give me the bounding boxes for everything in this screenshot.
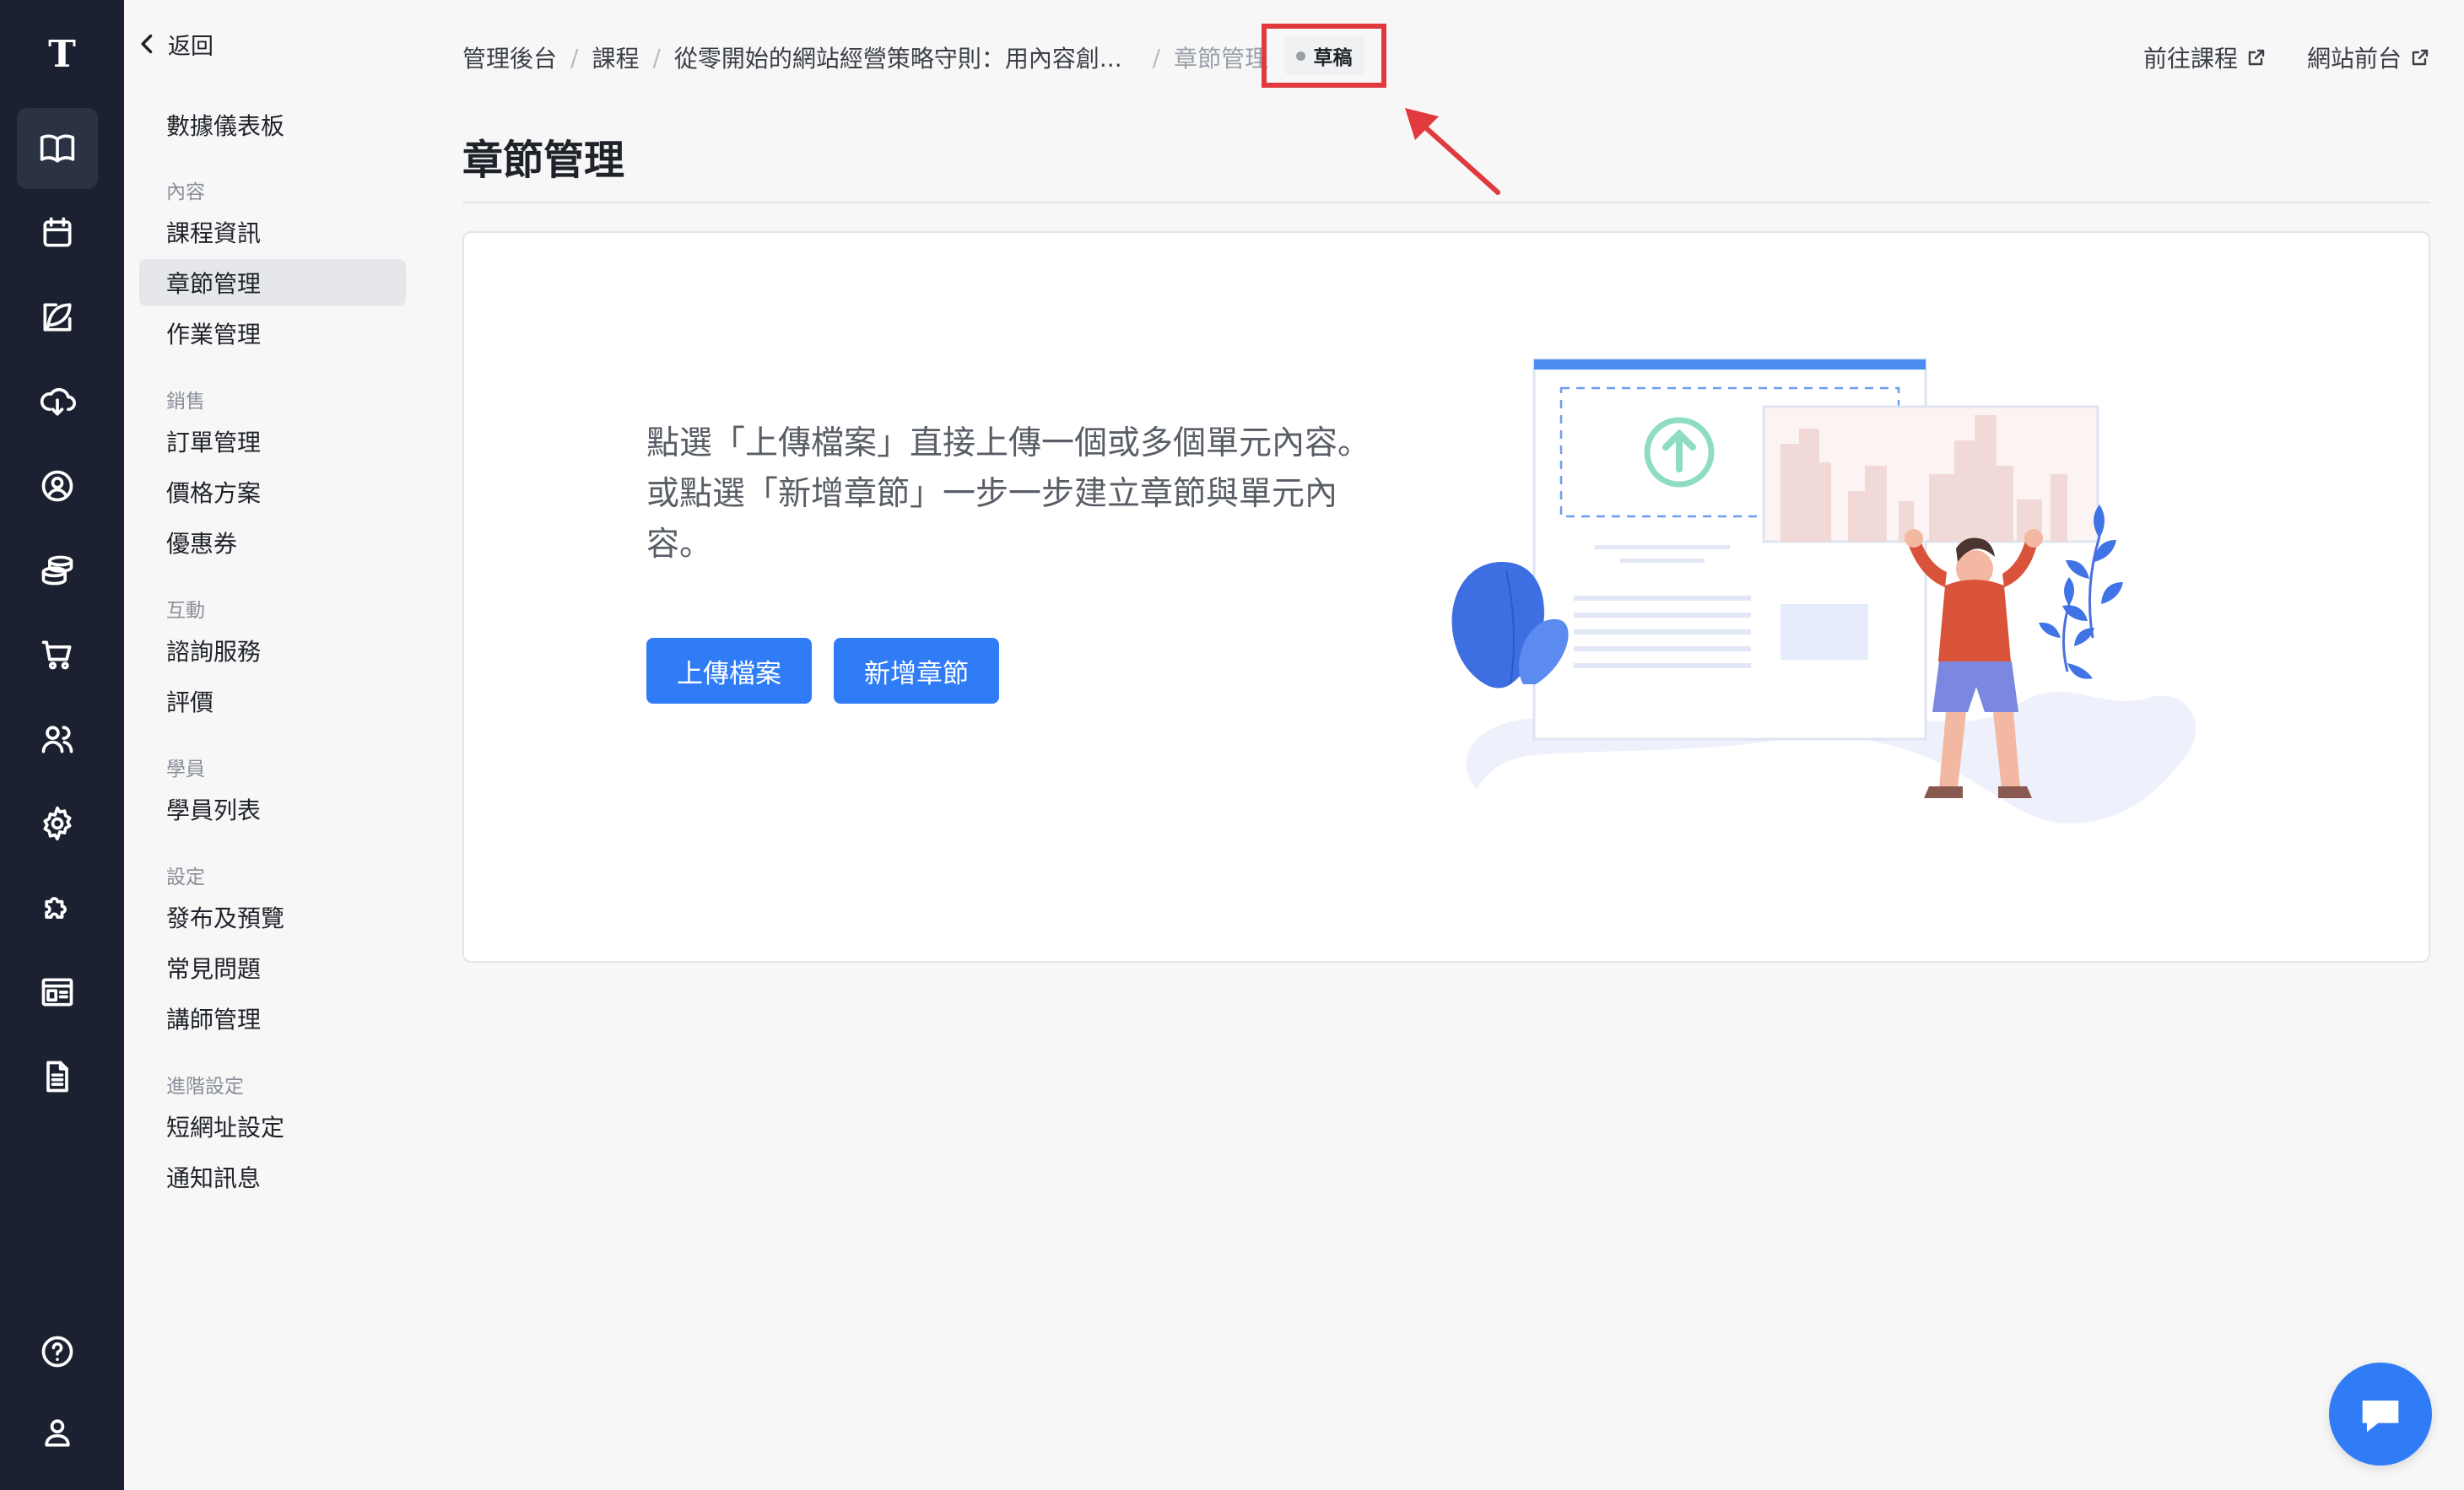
title-divider <box>462 202 2430 203</box>
external-link-icon <box>2248 49 2265 66</box>
users-icon <box>41 726 73 753</box>
rail-help[interactable] <box>17 1311 98 1392</box>
status-badge-highlight: 草稿 <box>1262 24 1386 88</box>
upload-illustration <box>1451 358 2197 823</box>
sidebar-item-notifications[interactable]: 通知訊息 <box>139 1153 406 1201</box>
sidebar-item-faq[interactable]: 常見問題 <box>139 944 406 991</box>
status-dot-icon <box>1295 51 1305 61</box>
sidebar-heading-sales: 銷售 <box>166 391 205 413</box>
add-chapter-button[interactable]: 新增章節 <box>834 638 999 704</box>
sidebar-item-reviews[interactable]: 評價 <box>139 678 406 725</box>
go-to-course-label: 前往課程 <box>2142 45 2238 73</box>
sidebar-item-orders[interactable]: 訂單管理 <box>139 418 406 465</box>
rail-download[interactable] <box>17 361 98 442</box>
help-icon <box>41 1336 73 1368</box>
sidebar-item-short-url[interactable]: 短網址設定 <box>139 1103 406 1150</box>
sidebar-heading-content: 內容 <box>166 181 205 203</box>
rail-plugins[interactable] <box>17 867 98 948</box>
sidebar-item-dashboard[interactable]: 數據儀表板 <box>139 101 406 148</box>
breadcrumb-courses[interactable]: 課程 <box>592 40 639 74</box>
sidebar-heading-students: 學員 <box>166 758 205 780</box>
rail-book[interactable] <box>17 108 98 189</box>
rail-layout[interactable] <box>17 952 98 1033</box>
cart-icon <box>41 640 72 670</box>
sidebar-heading-advanced: 進階設定 <box>166 1076 244 1098</box>
rail-users[interactable] <box>17 699 98 780</box>
site-frontend-link[interactable]: 網站前台 <box>2307 40 2430 74</box>
feather-edit-icon <box>43 303 72 332</box>
annotation-arrow-icon <box>1405 108 1500 195</box>
rail-settings[interactable] <box>17 783 98 864</box>
sidebar-heading-settings: 設定 <box>166 866 205 888</box>
sidebar-item-chapters[interactable]: 章節管理 <box>139 259 406 306</box>
puzzle-icon <box>45 897 67 919</box>
icon-rail: T <box>0 0 124 1490</box>
book-icon <box>40 134 75 163</box>
back-label: 返回 <box>168 33 213 60</box>
empty-state-card: 點選「上傳檔案」直接上傳一個或多個單元內容。或點選「新增章節」一步一步建立章節與… <box>462 231 2430 963</box>
sidebar-heading-interaction: 互動 <box>166 600 205 622</box>
rail-edit[interactable] <box>17 277 98 358</box>
breadcrumb-separator: / <box>652 43 661 72</box>
rail-user[interactable] <box>17 445 98 526</box>
chevron-left-icon <box>141 34 153 54</box>
empty-state-text: 點選「上傳檔案」直接上傳一個或多個單元內容。或點選「新增章節」一步一步建立章節與… <box>646 424 1371 564</box>
breadcrumb-course-name[interactable]: 從零開始的網站經營策略守則：用內容創... <box>674 40 1122 74</box>
status-badge-label: 草稿 <box>1313 47 1353 69</box>
rail-cart[interactable] <box>17 614 98 695</box>
rail-coins[interactable] <box>17 530 98 611</box>
breadcrumb-current: 章節管理 <box>1174 45 1269 73</box>
breadcrumb: 管理後台 / 課程 / 從零開始的網站經營策略守則：用內容創... / 章節管理 <box>462 37 1268 78</box>
sidebar-item-instructors[interactable]: 講師管理 <box>139 995 406 1042</box>
site-frontend-label: 網站前台 <box>2306 45 2402 73</box>
sidebar-item-coupons[interactable]: 優惠券 <box>139 519 406 566</box>
header-links: 前往課程 網站前台 <box>2143 37 2430 78</box>
sidebar-item-student-list[interactable]: 學員列表 <box>139 785 406 833</box>
calendar-icon <box>43 217 72 247</box>
layout-icon <box>41 978 73 1007</box>
sidebar-item-course-info[interactable]: 課程資訊 <box>139 208 406 256</box>
document-icon <box>46 1061 68 1093</box>
breadcrumb-separator: / <box>570 43 579 72</box>
sidebar-item-publish[interactable]: 發布及預覽 <box>139 893 406 941</box>
sidebar-item-assignments[interactable]: 作業管理 <box>139 310 406 357</box>
breadcrumb-admin[interactable]: 管理後台 <box>462 40 557 74</box>
sidebar-item-consulting[interactable]: 諮詢服務 <box>139 627 406 674</box>
back-button[interactable]: 返回 <box>136 27 213 61</box>
chat-button[interactable] <box>2329 1363 2432 1466</box>
rail-calendar[interactable] <box>17 192 98 273</box>
coins-stack-icon <box>41 555 73 586</box>
chat-bubble-icon <box>2362 1401 2399 1433</box>
rail-document[interactable] <box>17 1036 98 1117</box>
rail-profile[interactable] <box>17 1392 98 1473</box>
gear-icon <box>43 806 72 841</box>
external-link-icon <box>2412 49 2429 66</box>
cloud-download-icon <box>40 387 76 416</box>
go-to-course-link[interactable]: 前往課程 <box>2143 40 2267 74</box>
breadcrumb-separator: / <box>1152 43 1161 72</box>
page-title: 章節管理 <box>462 137 625 184</box>
user-circle-icon <box>41 470 73 502</box>
app-logo[interactable]: T <box>0 30 124 78</box>
upload-files-button[interactable]: 上傳檔案 <box>646 638 812 704</box>
status-badge: 草稿 <box>1283 36 1364 75</box>
profile-icon <box>45 1419 70 1447</box>
sidebar-item-pricing[interactable]: 價格方案 <box>139 468 406 516</box>
course-sidebar: 返回 數據儀表板 內容 課程資訊 章節管理 作業管理 銷售 訂單管理 價格方案 … <box>124 0 422 1490</box>
